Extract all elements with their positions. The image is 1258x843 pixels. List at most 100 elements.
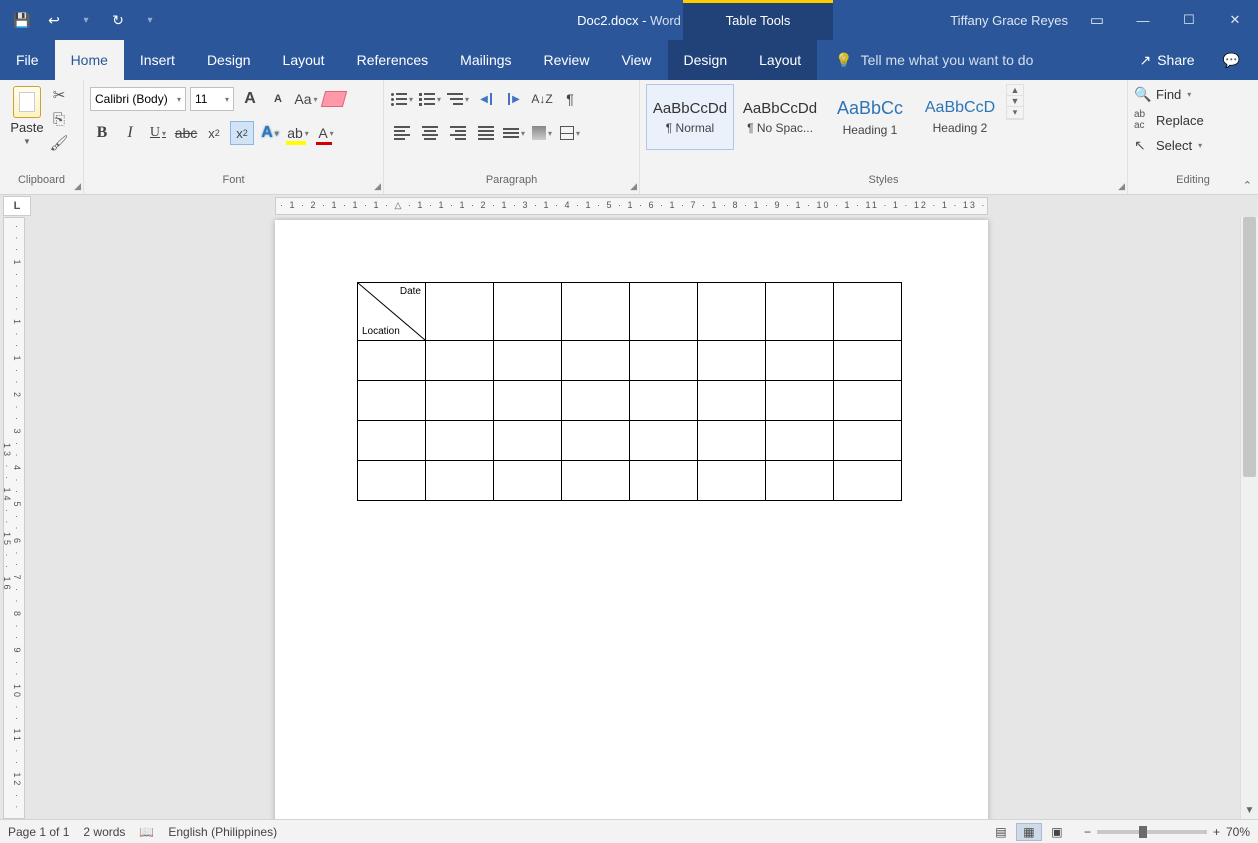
select-button[interactable]: ↖Select ▾ <box>1134 137 1202 154</box>
ribbon-display-icon[interactable]: ▭ <box>1074 0 1120 40</box>
table-cell[interactable] <box>494 421 562 461</box>
zoom-knob[interactable] <box>1139 826 1147 838</box>
table-cell[interactable] <box>834 381 902 421</box>
tell-me-search[interactable]: 💡 Tell me what you want to do <box>821 40 1047 80</box>
share-button[interactable]: ↗ Share <box>1125 52 1208 69</box>
table-cell[interactable] <box>358 421 426 461</box>
show-marks-button[interactable]: ¶ <box>558 87 582 111</box>
print-layout-icon[interactable]: ▦ <box>1016 823 1042 841</box>
tab-home[interactable]: Home <box>55 40 124 80</box>
font-color-button[interactable]: A <box>314 121 338 145</box>
table-row[interactable] <box>358 461 902 501</box>
clipboard-launcher[interactable]: ◢ <box>74 181 81 192</box>
scroll-down-icon[interactable]: ▼ <box>1241 801 1258 819</box>
borders-button[interactable] <box>558 121 582 145</box>
bold-button[interactable]: B <box>90 121 114 145</box>
table-cell[interactable] <box>494 461 562 501</box>
table-cell[interactable] <box>562 283 630 341</box>
user-name[interactable]: Tiffany Grace Reyes <box>950 13 1068 28</box>
zoom-slider[interactable] <box>1097 830 1207 834</box>
style-normal[interactable]: AaBbCcDd ¶ Normal <box>646 84 734 150</box>
format-painter-icon[interactable]: 🖌 <box>50 134 68 152</box>
align-right-button[interactable] <box>446 121 470 145</box>
multilevel-list-button[interactable] <box>446 87 470 111</box>
language-indicator[interactable]: English (Philippines) <box>168 825 277 839</box>
text-effects-button[interactable]: A <box>258 121 282 145</box>
table-cell[interactable] <box>358 381 426 421</box>
tab-insert[interactable]: Insert <box>124 40 191 80</box>
table-cell[interactable] <box>562 421 630 461</box>
read-mode-icon[interactable]: ▤ <box>988 823 1014 841</box>
table-cell[interactable] <box>766 341 834 381</box>
table-cell[interactable] <box>494 283 562 341</box>
table-cell[interactable] <box>426 341 494 381</box>
table-cell[interactable] <box>698 341 766 381</box>
table-cell[interactable] <box>630 341 698 381</box>
zoom-out-button[interactable]: − <box>1084 825 1091 839</box>
table-row[interactable] <box>358 421 902 461</box>
align-center-button[interactable] <box>418 121 442 145</box>
comments-icon[interactable]: 💬 <box>1209 52 1254 69</box>
qat-customize[interactable]: ▾ <box>136 6 164 34</box>
superscript-button[interactable]: x2 <box>230 121 254 145</box>
table-cell[interactable] <box>766 283 834 341</box>
table-cell[interactable] <box>698 283 766 341</box>
table-cell[interactable] <box>358 341 426 381</box>
word-count[interactable]: 2 words <box>83 825 125 839</box>
scroll-thumb[interactable] <box>1243 217 1256 477</box>
decrease-indent-button[interactable]: ◀ <box>474 87 498 111</box>
table-cell[interactable] <box>766 461 834 501</box>
justify-button[interactable] <box>474 121 498 145</box>
shading-button[interactable] <box>530 121 554 145</box>
italic-button[interactable]: I <box>118 121 142 145</box>
zoom-in-button[interactable]: + <box>1213 825 1220 839</box>
strikethrough-button[interactable]: abc <box>174 121 198 145</box>
subscript-button[interactable]: x2 <box>202 121 226 145</box>
collapse-ribbon-icon[interactable]: ⌃ <box>1243 179 1252 192</box>
table-cell[interactable] <box>834 461 902 501</box>
tab-design[interactable]: Design <box>191 40 267 80</box>
tab-selector[interactable]: L <box>3 196 31 216</box>
table-cell[interactable] <box>834 341 902 381</box>
tab-view[interactable]: View <box>605 40 667 80</box>
numbering-button[interactable] <box>418 87 442 111</box>
font-launcher[interactable]: ◢ <box>374 181 381 192</box>
table-cell[interactable] <box>766 421 834 461</box>
bullets-button[interactable] <box>390 87 414 111</box>
vertical-scrollbar[interactable]: ▼ <box>1240 217 1258 819</box>
tab-file[interactable]: File <box>0 40 55 80</box>
table-cell[interactable] <box>834 421 902 461</box>
sort-button[interactable]: A↓Z <box>530 87 554 111</box>
find-button[interactable]: 🔍Find ▾ <box>1134 86 1191 103</box>
style-heading2[interactable]: AaBbCcD Heading 2 <box>916 84 1004 150</box>
paste-dropdown[interactable]: ▼ <box>23 137 31 146</box>
vertical-ruler[interactable]: · · · 1 · · · · 1 · · 1 · · 2 · · 3 · · … <box>3 217 25 819</box>
font-name-combo[interactable]: Calibri (Body)▾ <box>90 87 186 111</box>
table-cell[interactable] <box>562 341 630 381</box>
document-table[interactable]: Date Location <box>357 282 902 501</box>
underline-button[interactable]: U <box>146 121 170 145</box>
shrink-font-icon[interactable]: A <box>266 87 290 111</box>
zoom-level[interactable]: 70% <box>1226 825 1250 839</box>
table-cell[interactable] <box>630 381 698 421</box>
horizontal-ruler[interactable]: · 1 · 2 · 1 · 1 · 1 · △ · 1 · 1 · 1 · 2 … <box>275 197 988 215</box>
change-case-icon[interactable]: Aa <box>294 87 318 111</box>
table-cell[interactable] <box>426 461 494 501</box>
close-icon[interactable]: ✕ <box>1212 0 1258 40</box>
style-heading1[interactable]: AaBbCc Heading 1 <box>826 84 914 150</box>
maximize-icon[interactable]: ☐ <box>1166 0 1212 40</box>
align-left-button[interactable] <box>390 121 414 145</box>
table-cell[interactable] <box>494 341 562 381</box>
undo-dropdown[interactable]: ▾ <box>72 6 100 34</box>
tab-mailings[interactable]: Mailings <box>444 40 527 80</box>
tab-table-design[interactable]: Design <box>668 40 744 80</box>
proofing-icon[interactable]: 📖 <box>139 825 154 839</box>
paragraph-launcher[interactable]: ◢ <box>630 181 637 192</box>
table-row[interactable]: Date Location <box>358 283 902 341</box>
replace-button[interactable]: abacReplace <box>1134 109 1204 131</box>
table-row[interactable] <box>358 381 902 421</box>
clear-formatting-icon[interactable] <box>322 87 346 111</box>
table-cell[interactable] <box>834 283 902 341</box>
table-cell[interactable] <box>426 283 494 341</box>
tab-review[interactable]: Review <box>528 40 606 80</box>
